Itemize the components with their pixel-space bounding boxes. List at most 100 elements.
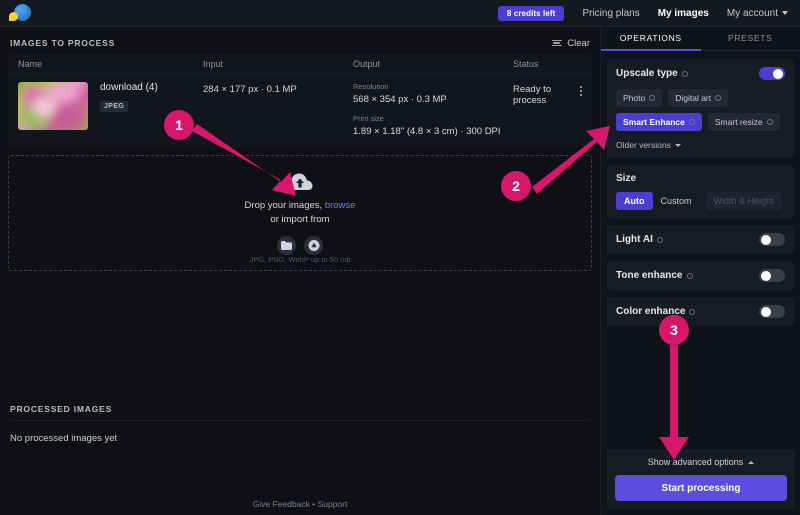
panel-footer: Show advanced options Start processing bbox=[607, 449, 795, 509]
info-icon[interactable] bbox=[715, 95, 722, 101]
input-dimensions: 284 × 177 px · 0.1 MP bbox=[203, 84, 297, 95]
info-icon[interactable] bbox=[686, 272, 693, 279]
show-advanced-options[interactable]: Show advanced options bbox=[615, 457, 787, 467]
chip-smart-enhance-label: Smart Enhance bbox=[623, 117, 685, 127]
images-to-process-header: IMAGES TO PROCESS Clear bbox=[0, 32, 600, 54]
tone-enhance-row: Tone enhance bbox=[616, 269, 785, 282]
dropzone-text: Drop your images, browse or import from bbox=[245, 199, 356, 227]
size-option-custom[interactable]: Custom bbox=[653, 192, 700, 210]
dropzone-line1: Drop your images, bbox=[244, 199, 325, 211]
clear-lines-icon bbox=[552, 39, 563, 47]
annotation-marker-1: 1 bbox=[164, 110, 194, 140]
start-processing-button[interactable]: Start processing bbox=[615, 475, 787, 501]
size-options: Auto Custom Width & Height bbox=[616, 192, 785, 210]
nav-my-images[interactable]: My images bbox=[658, 8, 709, 19]
support-link[interactable]: Support bbox=[318, 499, 348, 509]
light-ai-card: Light AI bbox=[607, 225, 794, 254]
tone-enhance-label: Tone enhance bbox=[616, 270, 683, 281]
upscale-type-card: Upscale type Photo Digital art Smart Enh… bbox=[607, 59, 794, 158]
info-icon[interactable] bbox=[688, 119, 695, 125]
annotation-marker-2: 2 bbox=[501, 171, 531, 201]
output-resolution-value: 568 × 354 px · 0.3 MP bbox=[353, 94, 447, 105]
import-sources bbox=[277, 235, 323, 255]
info-icon[interactable] bbox=[656, 236, 663, 243]
upload-cloud-icon bbox=[286, 172, 314, 192]
upscaler-logo[interactable] bbox=[6, 2, 36, 24]
status-cell: Ready to process bbox=[513, 82, 582, 137]
google-drive-icon[interactable] bbox=[304, 235, 323, 255]
images-to-process-title: IMAGES TO PROCESS bbox=[10, 38, 116, 48]
annotation-marker-3: 3 bbox=[659, 315, 689, 345]
dropzone-line2: or import from bbox=[270, 213, 330, 225]
panel-tabs: OPERATIONS PRESETS bbox=[601, 27, 800, 51]
chip-smart-resize[interactable]: Smart resize bbox=[707, 113, 780, 131]
tab-presets[interactable]: PRESETS bbox=[700, 27, 800, 51]
column-header-status: Status bbox=[513, 58, 539, 69]
nav-pricing-plans[interactable]: Pricing plans bbox=[582, 8, 639, 19]
chip-photo[interactable]: Photo bbox=[616, 89, 663, 107]
nav-my-account[interactable]: My account bbox=[727, 8, 788, 19]
footer-separator: • bbox=[312, 499, 316, 509]
footer: Give Feedback • Support bbox=[0, 499, 600, 509]
chip-digital-art[interactable]: Digital art bbox=[668, 89, 729, 107]
info-icon[interactable] bbox=[689, 308, 696, 315]
table-row[interactable]: download (4) JPEG 284 × 177 px · 0.1 MP … bbox=[8, 74, 592, 147]
credits-badge[interactable]: 8 credits left bbox=[497, 5, 565, 21]
info-icon[interactable] bbox=[766, 119, 773, 125]
info-icon[interactable] bbox=[649, 95, 656, 101]
panel-body: Upscale type Photo Digital art Smart Enh… bbox=[601, 51, 800, 326]
images-table: Name Input Output Status download (4) JP… bbox=[8, 54, 592, 147]
size-label: Size bbox=[616, 173, 637, 184]
upscaler-app: 8 credits left Pricing plans My images M… bbox=[0, 0, 800, 515]
chevron-down-icon bbox=[782, 11, 788, 15]
color-enhance-label-group: Color enhance bbox=[616, 306, 696, 317]
color-enhance-toggle[interactable] bbox=[759, 305, 785, 318]
nav-my-account-label: My account bbox=[726, 7, 778, 19]
main-content-area: IMAGES TO PROCESS Clear Name Input Outpu… bbox=[0, 27, 600, 515]
processed-images-header: PROCESSED IMAGES bbox=[0, 398, 600, 420]
image-thumbnail[interactable] bbox=[18, 82, 88, 130]
light-ai-label: Light AI bbox=[616, 234, 653, 245]
light-ai-label-group: Light AI bbox=[616, 234, 663, 245]
folder-icon[interactable] bbox=[277, 235, 296, 255]
column-header-input: Input bbox=[203, 58, 224, 69]
upscale-type-toggle[interactable] bbox=[759, 67, 785, 80]
output-printsize-label: Print size bbox=[353, 114, 384, 123]
row-menu-icon[interactable] bbox=[580, 84, 582, 96]
chip-photo-label: Photo bbox=[623, 93, 646, 103]
size-option-auto[interactable]: Auto bbox=[616, 192, 653, 210]
processed-images-title: PROCESSED IMAGES bbox=[10, 404, 113, 414]
file-type-badge: JPEG bbox=[100, 101, 129, 112]
file-name: download (4) bbox=[100, 82, 158, 93]
upscale-type-label-group: Upscale type bbox=[616, 68, 688, 79]
tone-enhance-toggle[interactable] bbox=[759, 269, 785, 282]
output-resolution-label: Resolution bbox=[353, 82, 389, 91]
operations-panel: OPERATIONS PRESETS Upscale type Photo Di… bbox=[600, 27, 800, 515]
chip-smart-enhance[interactable]: Smart Enhance bbox=[616, 113, 702, 131]
column-header-name: Name bbox=[18, 58, 43, 69]
tone-enhance-card: Tone enhance bbox=[607, 261, 794, 290]
output-cell: Resolution 568 × 354 px · 0.3 MP Print s… bbox=[353, 82, 513, 137]
info-icon[interactable] bbox=[681, 70, 688, 77]
browse-link[interactable]: browse bbox=[325, 200, 356, 211]
width-height-input[interactable]: Width & Height bbox=[705, 192, 782, 210]
upscale-type-label: Upscale type bbox=[616, 68, 678, 79]
column-header-output: Output bbox=[353, 58, 381, 69]
older-versions-label: Older versions bbox=[616, 140, 671, 150]
give-feedback-link[interactable]: Give Feedback bbox=[253, 499, 310, 509]
clear-button[interactable]: Clear bbox=[552, 38, 590, 49]
chevron-up-icon bbox=[748, 460, 755, 464]
tab-operations[interactable]: OPERATIONS bbox=[601, 27, 701, 51]
nav-right-group: 8 credits left Pricing plans My images M… bbox=[497, 5, 800, 21]
output-printsize-value: 1.89 × 1.18" (4.8 × 3 cm) · 300 DPI bbox=[353, 126, 501, 137]
clear-button-label: Clear bbox=[567, 37, 590, 49]
file-dropzone[interactable]: Drop your images, browse or import from … bbox=[8, 155, 592, 271]
upscale-type-row: Upscale type bbox=[616, 67, 785, 80]
color-enhance-row: Color enhance bbox=[616, 305, 785, 318]
light-ai-row: Light AI bbox=[616, 233, 785, 246]
older-versions-toggle[interactable]: Older versions bbox=[616, 140, 785, 150]
size-card: Size Auto Custom Width & Height bbox=[607, 165, 794, 218]
status-text: Ready to process bbox=[513, 84, 552, 106]
show-advanced-options-label: Show advanced options bbox=[647, 457, 744, 467]
light-ai-toggle[interactable] bbox=[759, 233, 785, 246]
